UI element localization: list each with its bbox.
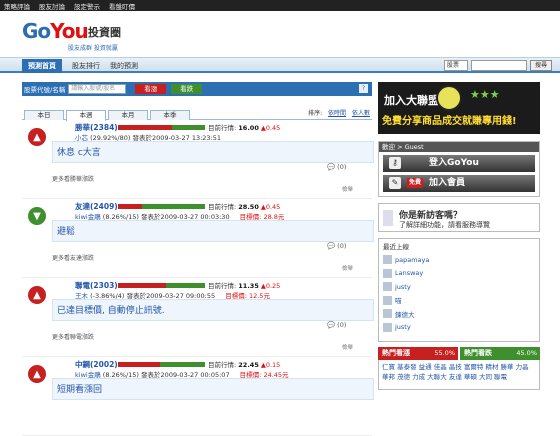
forecast-panel: 股票代號/名稱 請輸入股號/股名 看漲 看跌 ? 本日 本週 本月 本季 排序:… [22,82,374,436]
recent-online-header: 最近上線 [383,243,409,251]
search-button[interactable]: 搜尋 [530,60,552,71]
comment-count[interactable]: 💬 (0) [327,242,346,250]
comment-count[interactable]: 💬 (0) [327,321,346,329]
post-content: 短期看漲回 [52,378,374,400]
comment-count[interactable]: 💬 (0) [327,163,346,171]
post-content: 避鬆 [52,220,374,242]
more-link[interactable]: 更多看聯電漲跌 [52,332,94,341]
new-visitor-box[interactable]: 你是新訪客嗎？ 了解詳細功能，請看服務導覽 [378,203,540,232]
quote-icon [383,210,393,226]
avatar [383,322,392,332]
list-item[interactable]: papamaya [383,253,535,267]
more-link[interactable]: 更多看友達漲跌 [52,253,94,262]
tab-month[interactable]: 本月 [108,110,148,120]
filter-label: 股票代號/名稱 [24,86,66,94]
vote-ratio-bar [118,362,205,367]
more-link[interactable]: 更多看勝華漲跌 [52,174,94,183]
site-slogan: 股友成群 投資就贏 [68,45,118,52]
mascot-icon [436,85,462,111]
vote-ratio-bar [118,204,205,209]
main-nav: 預測首頁 股友排行 我的預測 股票 搜尋 [0,57,560,73]
current-price: 目前行情: 16.00 ▲0.45 [208,124,281,132]
key-icon: ⚷ [389,157,401,169]
forecast-post: ▲ 勝華(2384) 目前行情: 16.00 ▲0.45 小芯 (29.92%/8… [22,120,374,199]
sidebar: 加入大聯盟 ★★★ 免費分享商品成交就賺專用錢! 歡迎 > Guest ⚷ 登入… [378,82,540,390]
report-link[interactable]: 檢舉 [342,264,353,272]
current-price: 目前行情: 22.45 ▲0.15 [208,361,281,369]
tab-hot-bearish[interactable]: 熱門看跌 45.0% [460,347,540,360]
vote-ratio-bar [118,125,205,130]
current-price: 目前行情: 11.35 ▲0.25 [208,282,281,290]
tab-quarter[interactable]: 本季 [150,110,190,120]
sort-controls: 排序: 依時間 依人數 [308,108,370,117]
sort-by-people-link[interactable]: 依人數 [352,110,370,117]
bearish-button[interactable]: 看跌 [171,84,203,94]
top-nav-bar: 策略評論 股友討論 設定警示 看盤盯價 [0,0,560,11]
up-arrow-icon: ▲ [28,365,46,383]
search-category-select[interactable]: 股票 [444,60,468,71]
site-header: GoYou 投資圈 股友成群 投資就贏 [0,11,560,57]
site-title: 投資圈 [88,26,121,39]
search-input[interactable] [471,60,527,71]
forecast-post: ▲ 聯電(2303) 目前行情: 11.35 ▲0.25 王木 (-3.86%/4… [22,278,374,357]
goyou-logo[interactable]: GoYou 投資圈 股友成群 投資就贏 [22,19,142,52]
tab-ranking[interactable]: 股友排行 [66,59,106,73]
sort-label: 排序: [308,110,323,117]
avatar [383,268,392,278]
hot-tags: 仁寶 基泰發 益通 佳晶 晶技 富爾特 精材 勝華 力晶 華邦 茂德 力成 大聯… [378,360,540,390]
forecast-post: ▲ 中鋼(2002) 目前行情: 22.45 ▲0.15 kiwi金鵰 (8.26… [22,357,374,436]
avatar [383,282,392,292]
login-button[interactable]: ⚷ 登入GoYou [383,155,535,172]
top-link-discussion[interactable]: 股友討論 [39,1,65,11]
stock-code-input[interactable]: 請輸入股號/股名 [68,84,127,94]
avatar [383,255,392,265]
up-arrow-icon: ▲ [28,286,46,304]
list-item[interactable]: 鍊德大 [383,307,535,321]
list-item[interactable]: justy [383,321,535,335]
sort-by-time-link[interactable]: 依時間 [328,110,346,117]
tab-hot-bullish[interactable]: 熱門看漲 55.0% [378,347,458,360]
vote-ratio-bar [118,283,205,288]
promo-banner[interactable]: 加入大聯盟 ★★★ 免費分享商品成交就賺專用錢! [378,82,540,134]
top-link-alert[interactable]: 設定警示 [74,1,100,11]
post-content: 休息 c大言 [52,141,374,163]
register-button[interactable]: ✎ 免費 加入會員 [383,175,535,192]
report-link[interactable]: 檢舉 [342,343,353,351]
bullish-button[interactable]: 看漲 [135,84,167,94]
tab-my-forecast[interactable]: 我的預測 [104,59,144,73]
list-item[interactable]: 喵 [383,294,535,308]
current-price: 目前行情: 28.50 ▲0.45 [208,203,281,211]
guest-header: 歡迎 > Guest [379,142,539,152]
help-icon[interactable]: ? [359,84,368,93]
post-content: 已達目標價, 自動停止訊號. [52,299,374,321]
hot-tabs: 熱門看漲 55.0% 熱門看跌 45.0% [378,347,540,360]
up-arrow-icon: ▲ [28,128,46,146]
stock-filter-bar: 股票代號/名稱 請輸入股號/股名 看漲 看跌 ? [22,82,372,96]
tab-today[interactable]: 本日 [24,110,64,120]
top-link-strategy[interactable]: 策略評論 [4,1,30,11]
site-search: 股票 搜尋 [444,60,552,71]
tab-forecast-home[interactable]: 預測首頁 [22,59,62,73]
recent-online-list: 最近上線 papamaya Lansway justy 喵 鍊德大 justy [378,238,540,342]
avatar [383,309,392,319]
down-arrow-icon: ▼ [28,207,46,225]
report-link[interactable]: 檢舉 [342,185,353,193]
list-item[interactable]: Lansway [383,267,535,281]
list-item[interactable]: justy [383,280,535,294]
top-link-watch[interactable]: 看盤盯價 [109,1,135,11]
login-box: 歡迎 > Guest ⚷ 登入GoYou ✎ 免費 加入會員 [378,141,540,197]
pencil-icon: ✎ [389,177,401,189]
period-tabs: 本日 本週 本月 本季 排序: 依時間 依人數 [22,105,372,121]
logo-wordmark: GoYou [22,19,89,43]
forecast-post: ▼ 友達(2409) 目前行情: 28.50 ▲0.45 kiwi金鵰 (8.26… [22,199,374,278]
avatar [383,295,392,305]
